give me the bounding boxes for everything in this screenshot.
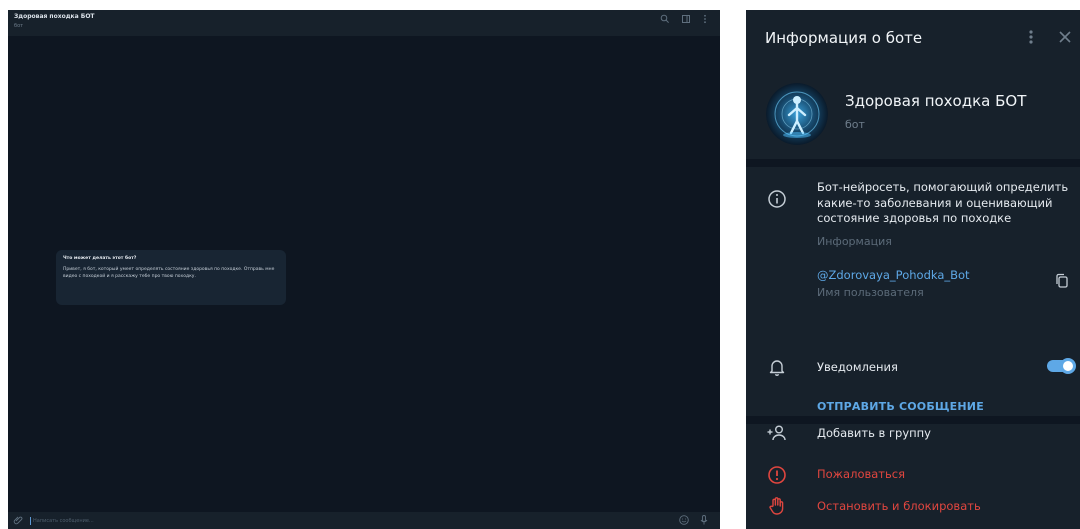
close-icon[interactable] [1055,27,1075,47]
bot-intro-card: Что может делать этот бот? Привет, я бот… [56,250,286,305]
bot-description: Бот-нейросеть, помогающий определить как… [817,180,1069,225]
paperclip-icon[interactable] [13,515,23,525]
sidebar-toggle-icon[interactable] [681,14,691,24]
toggle-knob [1060,358,1076,374]
description-caption: Информация [817,235,892,248]
report-button[interactable]: Пожаловаться [817,467,905,481]
bot-intro-text: Привет, я бот, который умеет определять … [63,267,275,279]
section-divider [746,159,1080,167]
add-user-icon [766,422,788,444]
bot-type-label: бот [845,118,865,131]
hand-stop-icon [766,495,788,517]
bot-info-panel: Информация о боте Здоровая походка БОТ б… [746,10,1080,529]
add-to-group-button[interactable]: Добавить в группу [817,426,931,440]
chat-subtitle: бот [14,23,24,29]
emoji-icon[interactable] [678,514,690,526]
copy-icon[interactable] [1054,272,1070,290]
avatar[interactable] [766,83,828,145]
panel-title: Информация о боте [765,29,923,47]
section-divider [746,416,1080,424]
bot-name: Здоровая походка БОТ [845,92,1027,110]
notifications-label: Уведомления [817,360,898,374]
bot-intro-title: Что может делать этот бот? [63,256,137,261]
text-caret [30,517,31,525]
more-vertical-icon[interactable] [700,14,710,24]
send-message-button[interactable]: ОТПРАВИТЬ СООБЩЕНИЕ [817,400,984,413]
message-input[interactable] [33,515,653,526]
warning-icon [766,464,788,486]
chat-header[interactable]: Здоровая походка БОТ бот [8,10,720,36]
search-icon[interactable] [660,14,670,24]
bot-username-link[interactable]: @Zdorovaya_Pohodka_Bot [817,268,970,282]
microphone-icon[interactable] [698,514,710,526]
bell-icon [766,356,788,378]
block-button[interactable]: Остановить и блокировать [817,499,981,513]
message-composer [8,512,720,529]
more-vertical-icon[interactable] [1024,27,1038,47]
chat-window: Здоровая походка БОТ бот Что может делат… [8,10,720,529]
username-caption: Имя пользователя [817,286,924,299]
info-icon [766,188,788,210]
notifications-toggle[interactable] [1047,358,1076,374]
chat-title[interactable]: Здоровая походка БОТ [14,13,95,20]
